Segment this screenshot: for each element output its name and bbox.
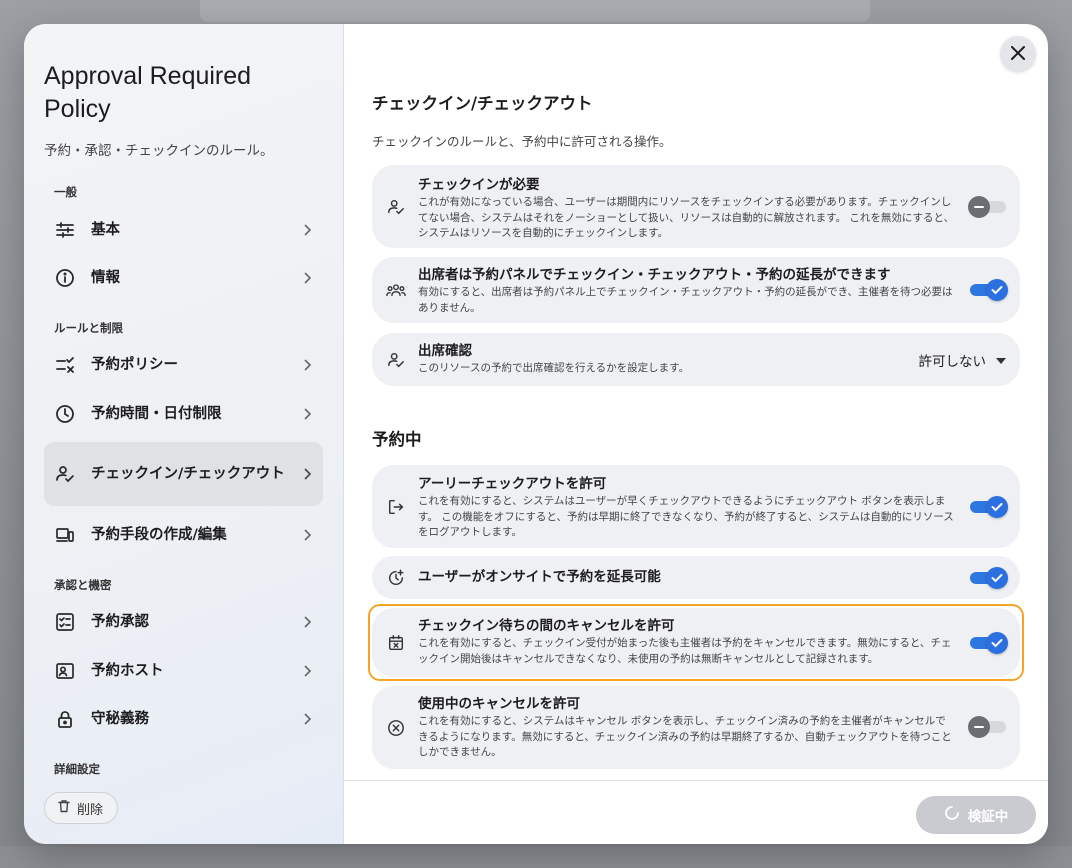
select-value: 許可しない [918, 354, 987, 370]
sidebar-item-method[interactable]: 予約手段の作成/編集 [44, 513, 323, 557]
setting-extend-onsite: ユーザーがオンサイトで予約を延長可能 [372, 556, 1020, 599]
sidebar-item-time[interactable]: 予約時間・日付制限 [44, 392, 323, 436]
sidebar-item-label: 予約ホスト [91, 663, 164, 679]
extend-onsite-toggle[interactable] [970, 567, 1008, 589]
caret-down-icon [996, 352, 1006, 368]
info-icon [54, 267, 76, 289]
setting-title: ユーザーがオンサイトで予約を延長可能 [418, 569, 661, 585]
spinner-icon [944, 805, 960, 825]
sidebar-item-confidential[interactable]: 守秘義務 [44, 697, 323, 741]
chevron-right-icon [301, 359, 313, 371]
setting-attendee-panel: 出席者は予約パネルでチェックイン・チェックアウト・予約の延長ができます 有効にす… [372, 257, 1020, 323]
policy-title: Approval Required Policy [44, 62, 252, 123]
setting-description: これを有効にすると、チェックイン受付が始まった後も主催者は予約をキャンセルできま… [418, 637, 952, 665]
checklist-x-icon [54, 354, 76, 376]
early-checkout-toggle[interactable] [970, 496, 1008, 518]
sidebar-item-label: 情報 [91, 270, 120, 286]
section-description: チェックインのルールと、予約中に許可される操作。 [372, 134, 672, 149]
checkin-required-toggle[interactable] [968, 196, 1006, 218]
setting-cancel-in-use: 使用中のキャンセルを許可 これを有効にすると、システムはキャンセル ボタンを表示… [372, 686, 1020, 769]
close-icon [1011, 45, 1025, 64]
setting-description: これが有効になっている場合、ユーザーは期間内にリソースをチェックインする必要があ… [418, 196, 955, 239]
sidebar-item-label: 予約時間・日付制限 [91, 406, 222, 422]
setting-title: チェックイン待ちの間のキャンセルを許可 [418, 618, 675, 634]
setting-description: これを有効にすると、システムはキャンセル ボタンを表示し、チェックイン済みの予約… [418, 715, 952, 758]
logout-icon [386, 497, 406, 517]
calendar-x-icon [386, 633, 406, 653]
section-label-rules: ルールと制限 [54, 321, 123, 335]
setting-title: 出席者は予約パネルでチェックイン・チェックアウト・予約の延長ができます [418, 267, 891, 283]
close-button[interactable] [1000, 36, 1036, 72]
policy-modal: Approval Required Policy 予約・承認・チェックインのルー… [24, 24, 1048, 844]
verify-label: 検証中 [967, 809, 1009, 825]
verify-button[interactable]: 検証中 [916, 796, 1036, 834]
clock-plus-icon [386, 568, 406, 588]
chevron-right-icon [301, 665, 313, 677]
chevron-right-icon [301, 224, 313, 236]
attendee-panel-toggle[interactable] [970, 279, 1008, 301]
trash-icon [57, 799, 71, 817]
delete-label: 削除 [77, 802, 104, 818]
chevron-right-icon [301, 713, 313, 725]
section-title-checkin: チェックイン/チェックアウト [372, 94, 593, 113]
cancel-waiting-toggle[interactable] [970, 632, 1008, 654]
people-icon [386, 280, 406, 300]
background-window [200, 0, 870, 22]
setting-early-checkout: アーリーチェックアウトを許可 これを有効にすると、システムはユーザーが早くチェッ… [372, 465, 1020, 548]
sidebar-item-info[interactable]: 情報 [44, 256, 323, 300]
setting-title: 出席確認 [418, 343, 472, 359]
circle-x-icon [386, 718, 406, 738]
setting-cancel-waiting: チェックイン待ちの間のキャンセルを許可 これを有効にすると、チェックイン受付が始… [372, 608, 1020, 677]
chevron-right-icon [301, 408, 313, 420]
sidebar-item-label: 予約ポリシー [91, 357, 178, 373]
setting-title: アーリーチェックアウトを許可 [418, 476, 607, 492]
footer: 検証中 [344, 780, 1048, 844]
setting-title: チェックインが必要 [418, 177, 540, 193]
person-check-icon [386, 350, 406, 370]
setting-title: 使用中のキャンセルを許可 [418, 696, 580, 712]
setting-description: このリソースの予約で出席確認を行えるかを設定します。 [418, 362, 690, 374]
sidebar-item-checkin[interactable]: チェックイン/チェックアウト [44, 442, 323, 506]
sidebar-item-policy[interactable]: 予約ポリシー [44, 343, 323, 387]
section-label-approval: 承認と機密 [54, 578, 112, 592]
sidebar-item-label: 基本 [91, 222, 120, 238]
sidebar-item-label: 予約手段の作成/編集 [91, 527, 227, 543]
background-window [0, 846, 1072, 868]
sidebar-item-host[interactable]: 予約ホスト [44, 649, 323, 693]
delete-button[interactable]: 削除 [44, 792, 119, 824]
sidebar-item-approval[interactable]: 予約承認 [44, 600, 323, 644]
clock-icon [54, 403, 76, 425]
setting-checkin-required: チェックインが必要 これが有効になっている場合、ユーザーは期間内にリソースをチェ… [372, 165, 1020, 248]
policy-subtitle: 予約・承認・チェックインのルール。 [44, 143, 274, 159]
section-label-general: 一般 [54, 185, 77, 199]
sidebar-item-label: チェックイン/チェックアウト [91, 466, 285, 482]
main-panel: チェックイン/チェックアウト チェックインのルールと、予約中に許可される操作。 … [344, 24, 1048, 844]
sidebar-item-label: 予約承認 [91, 614, 149, 630]
sidebar-item-label: 守秘義務 [91, 711, 149, 727]
chevron-right-icon [301, 272, 313, 284]
setting-description: 有効にすると、出席者は予約パネル上でチェックイン・チェックアウト・予約の延長がで… [418, 286, 953, 314]
checklist-box-icon [54, 611, 76, 633]
person-check-icon [386, 197, 406, 217]
section-title-during: 予約中 [372, 430, 422, 449]
lock-icon [54, 708, 76, 730]
setting-attendance: 出席確認 このリソースの予約で出席確認を行えるかを設定します。 許可しない [372, 333, 1020, 386]
section-label-advanced: 詳細設定 [54, 762, 100, 776]
person-check-icon [54, 463, 76, 485]
setting-description: これを有効にすると、システムはユーザーが早くチェックアウトできるようにチェックア… [418, 495, 954, 538]
sidebar: Approval Required Policy 予約・承認・チェックインのルー… [24, 24, 344, 844]
person-card-icon [54, 660, 76, 682]
attendance-select[interactable]: 許可しない [918, 350, 1006, 370]
devices-icon [54, 524, 76, 546]
sidebar-item-basic[interactable]: 基本 [44, 208, 323, 252]
chevron-right-icon [301, 616, 313, 628]
chevron-right-icon [301, 529, 313, 541]
cancel-in-use-toggle[interactable] [968, 716, 1006, 738]
chevron-right-icon [301, 468, 313, 480]
sliders-icon [54, 219, 76, 241]
